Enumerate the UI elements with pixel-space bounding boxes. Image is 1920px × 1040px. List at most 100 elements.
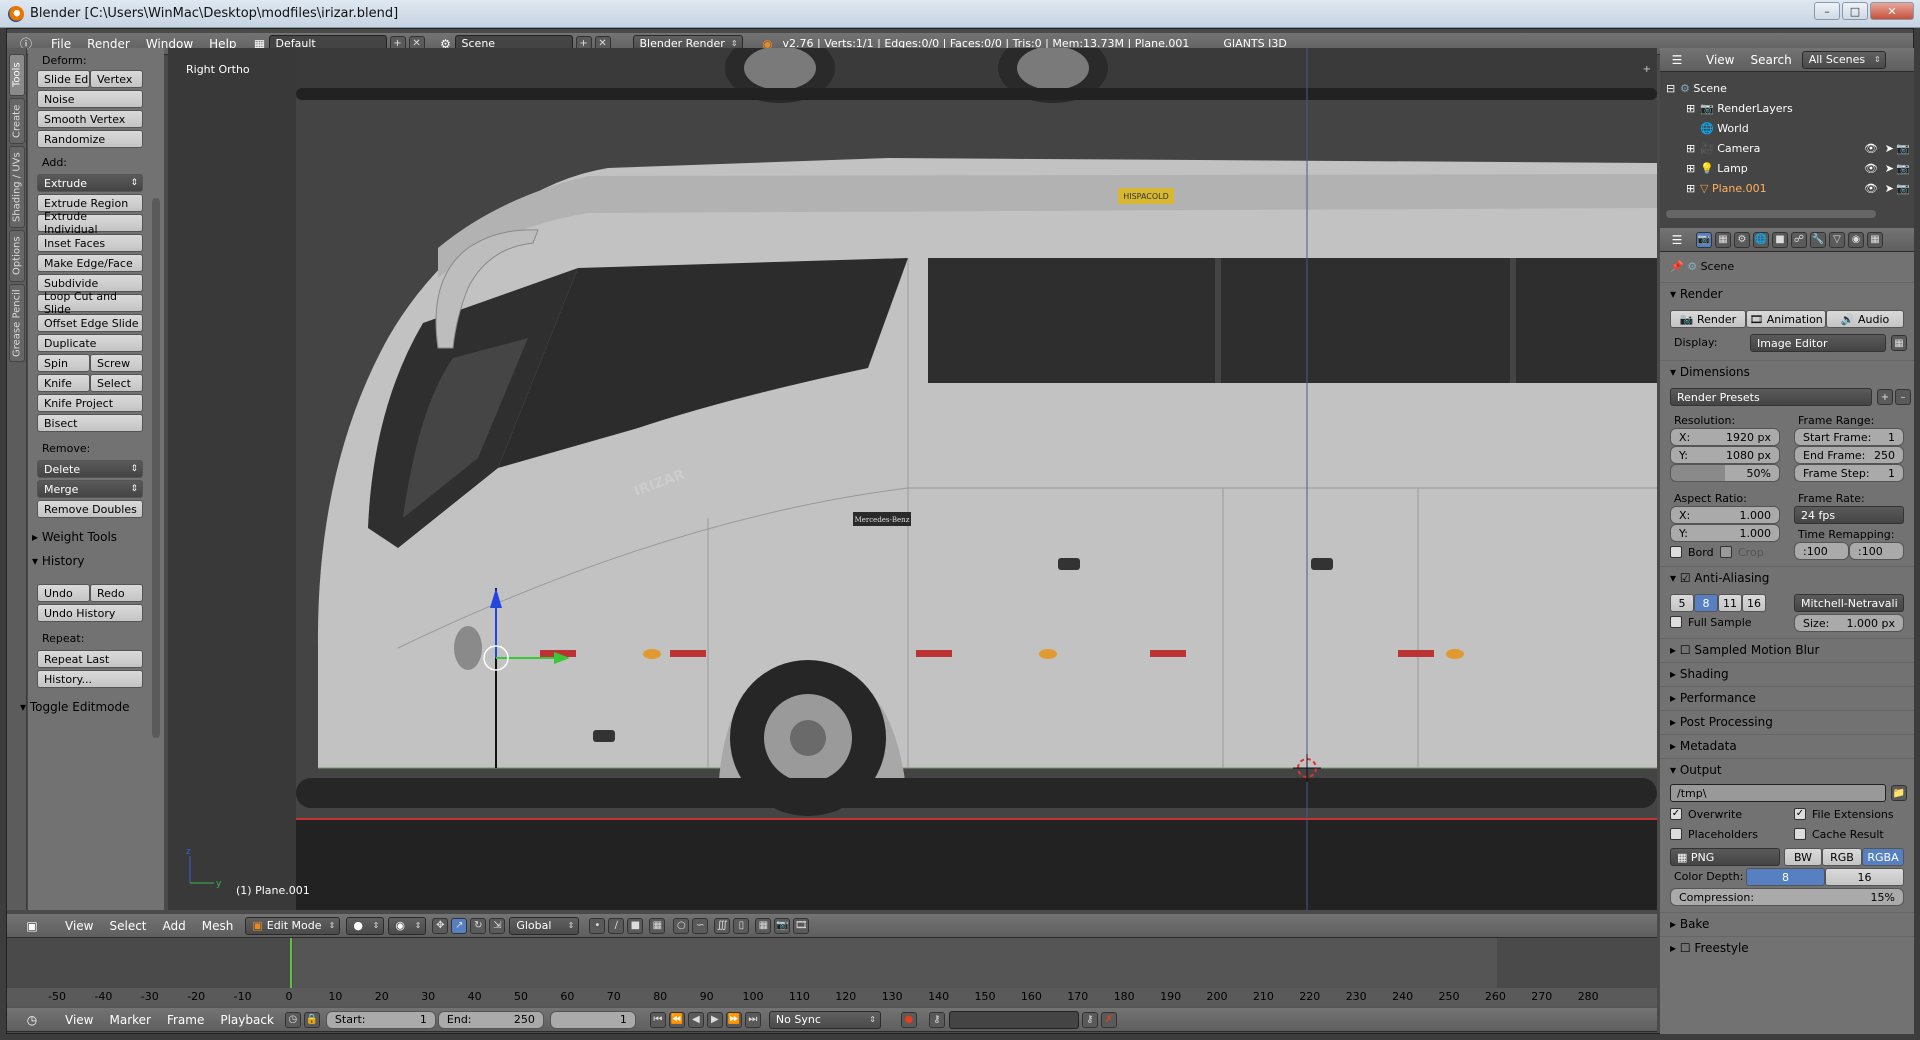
selectable-arrow-icon[interactable]: ➤ (1885, 162, 1894, 175)
keying-set-field[interactable] (948, 1010, 1079, 1029)
visibility-eye-icon[interactable]: 👁 (1864, 182, 1878, 195)
full-sample-checkbox[interactable] (1670, 616, 1682, 628)
menu-select[interactable]: Select (101, 919, 154, 933)
placeholders-checkbox[interactable] (1670, 828, 1682, 840)
object-tab-icon[interactable]: ■ (1772, 231, 1788, 248)
knife-select-button[interactable]: Select (90, 374, 143, 392)
crop-checkbox[interactable] (1720, 546, 1732, 558)
scene-tab-icon[interactable]: ⚙ (1734, 231, 1750, 248)
menu-add[interactable]: Add (155, 919, 194, 933)
play-icon[interactable]: ▶ (706, 1011, 723, 1028)
freestyle-checkbox[interactable]: ☐ (1680, 941, 1695, 955)
tab-create[interactable]: Create (9, 98, 25, 144)
rotate-icon[interactable]: ↻ (470, 917, 487, 934)
menu-mesh[interactable]: Mesh (194, 919, 242, 933)
outliner-item-renderlayers[interactable]: ⊞ 📷 RenderLayers (1660, 98, 1914, 118)
spin-button[interactable]: Spin (37, 354, 90, 372)
border-checkbox[interactable] (1670, 546, 1682, 558)
post-processing-panel-header[interactable]: ▸ Post Processing (1660, 710, 1914, 732)
pivot-dropdown[interactable]: ◉ ⇕ (388, 916, 427, 935)
preview-range-icon[interactable]: ◷ (284, 1011, 301, 1028)
shading-panel-header[interactable]: ▸ Shading (1660, 662, 1914, 684)
inset-faces-button[interactable]: Inset Faces (37, 234, 143, 252)
history-button[interactable]: History... (37, 670, 143, 688)
renderable-camera-icon[interactable]: 📷 (1896, 142, 1910, 155)
color-depth-8-button[interactable]: 8 (1746, 868, 1825, 886)
lock-icon[interactable]: 🔒 (303, 1011, 320, 1028)
render-layers-tab-icon[interactable]: ▦ (1715, 231, 1731, 248)
viewport-shading-dropdown[interactable]: ● ⇕ (346, 916, 385, 935)
editor-type-icon[interactable]: ▣ (23, 917, 41, 935)
aa-filter-dropdown[interactable]: Mitchell-Netravali (1794, 594, 1904, 612)
translate-icon[interactable]: ↗ (451, 917, 468, 934)
selectable-arrow-icon[interactable]: ➤ (1885, 182, 1894, 195)
audio-button[interactable]: 🔊 Audio (1826, 310, 1904, 328)
mode-dropdown[interactable]: ▣ Edit Mode ⇕ (245, 916, 341, 935)
render-panel-header[interactable]: ▾ Render (1660, 282, 1914, 304)
time-remap-old-field[interactable]: :100 (1794, 542, 1849, 560)
aa-samples-5[interactable]: 5 (1670, 594, 1694, 612)
outliner-item-plane[interactable]: ⊞ ▽ Plane.001 👁 ➤ 📷 (1660, 178, 1914, 198)
motion-blur-checkbox[interactable]: ☐ (1680, 643, 1695, 657)
bisect-button[interactable]: Bisect (37, 414, 143, 432)
frame-rate-dropdown[interactable]: 24 fps (1794, 506, 1904, 524)
toggle-editmode-panel[interactable]: ▾ Toggle Editmode (20, 700, 130, 714)
aa-checkbox[interactable]: ☑ (1680, 571, 1695, 585)
render-tab-icon[interactable]: 📷 (1696, 231, 1712, 248)
constraints-tab-icon[interactable]: ☍ (1791, 231, 1807, 248)
compression-slider[interactable]: Compression: 15% (1670, 888, 1904, 906)
start-frame-field[interactable]: Start Frame: 1 (1794, 428, 1904, 446)
output-path-field[interactable]: /tmp\ (1670, 784, 1886, 802)
redo-button[interactable]: Redo (90, 584, 143, 602)
menu-playback[interactable]: Playback (212, 1013, 282, 1027)
slide-edge-button[interactable]: Slide Ed (37, 70, 90, 88)
menu-view[interactable]: View (57, 919, 101, 933)
color-depth-16-button[interactable]: 16 (1825, 868, 1904, 886)
visibility-eye-icon[interactable]: 👁 (1864, 162, 1878, 175)
menu-search[interactable]: Search (1742, 53, 1799, 67)
orientation-dropdown[interactable]: Global ⇕ (509, 916, 580, 935)
vertex-select-icon[interactable]: • (589, 917, 606, 934)
motion-blur-panel-header[interactable]: ▸ ☐ Sampled Motion Blur (1660, 638, 1914, 660)
world-tab-icon[interactable]: 🌐 (1753, 231, 1769, 248)
undo-button[interactable]: Undo (37, 584, 90, 602)
dimensions-panel-header[interactable]: ▾ Dimensions (1660, 360, 1914, 382)
display-dropdown[interactable]: Image Editor (1750, 334, 1886, 352)
toolshelf-scrollbar[interactable] (152, 198, 160, 738)
edge-select-icon[interactable]: ∕ (608, 917, 625, 934)
scale-icon[interactable]: ⇲ (489, 917, 506, 934)
manipulator-toggle-icon[interactable]: ✥ (432, 917, 449, 934)
renderable-camera-icon[interactable]: 📷 (1896, 162, 1910, 175)
display-options-icon[interactable]: ▦ (1891, 335, 1907, 351)
output-panel-header[interactable]: ▾ Output (1660, 758, 1914, 780)
minimize-button[interactable]: – (1814, 2, 1840, 20)
extrude-dropdown[interactable]: Extrude (37, 174, 143, 192)
material-tab-icon[interactable]: ◉ (1848, 231, 1864, 248)
remove-preset-icon[interactable]: – (1895, 389, 1911, 405)
repeat-last-button[interactable]: Repeat Last (37, 650, 143, 668)
merge-dropdown[interactable]: Merge (37, 480, 143, 498)
knife-project-button[interactable]: Knife Project (37, 394, 143, 412)
overwrite-checkbox[interactable]: ✓ (1670, 808, 1682, 820)
tab-options[interactable]: Options (9, 230, 25, 282)
history-panel[interactable]: ▾ History (32, 554, 85, 568)
menu-marker[interactable]: Marker (101, 1013, 158, 1027)
menu-frame[interactable]: Frame (159, 1013, 212, 1027)
proportional-edit-icon[interactable]: ○ (673, 917, 690, 934)
renderable-camera-icon[interactable]: 📷 (1896, 182, 1910, 195)
file-format-dropdown[interactable]: ▦ PNG (1670, 848, 1780, 866)
animation-button[interactable]: 🎞 Animation (1746, 310, 1826, 328)
data-tab-icon[interactable]: ▽ (1829, 231, 1845, 248)
aa-samples-11[interactable]: 11 (1718, 594, 1742, 612)
render-animation-icon[interactable]: 🎞 (793, 917, 810, 934)
outliner-item-lamp[interactable]: ⊞ 💡 Lamp 👁 ➤ 📷 (1660, 158, 1914, 178)
smooth-vertex-button[interactable]: Smooth Vertex (37, 110, 143, 128)
weight-tools-panel[interactable]: ▸ Weight Tools (32, 530, 117, 544)
outliner-item-camera[interactable]: ⊞ 🎥 Camera 👁 ➤ 📷 (1660, 138, 1914, 158)
noise-button[interactable]: Noise (37, 90, 143, 108)
freestyle-panel-header[interactable]: ▸ ☐ Freestyle (1660, 936, 1914, 958)
resolution-percentage-slider[interactable]: 50% (1670, 464, 1780, 482)
extrude-individual-button[interactable]: Extrude Individual (37, 210, 143, 236)
undo-history-button[interactable]: Undo History (37, 604, 143, 622)
snap-toggle-icon[interactable]: ∭ (714, 917, 731, 934)
